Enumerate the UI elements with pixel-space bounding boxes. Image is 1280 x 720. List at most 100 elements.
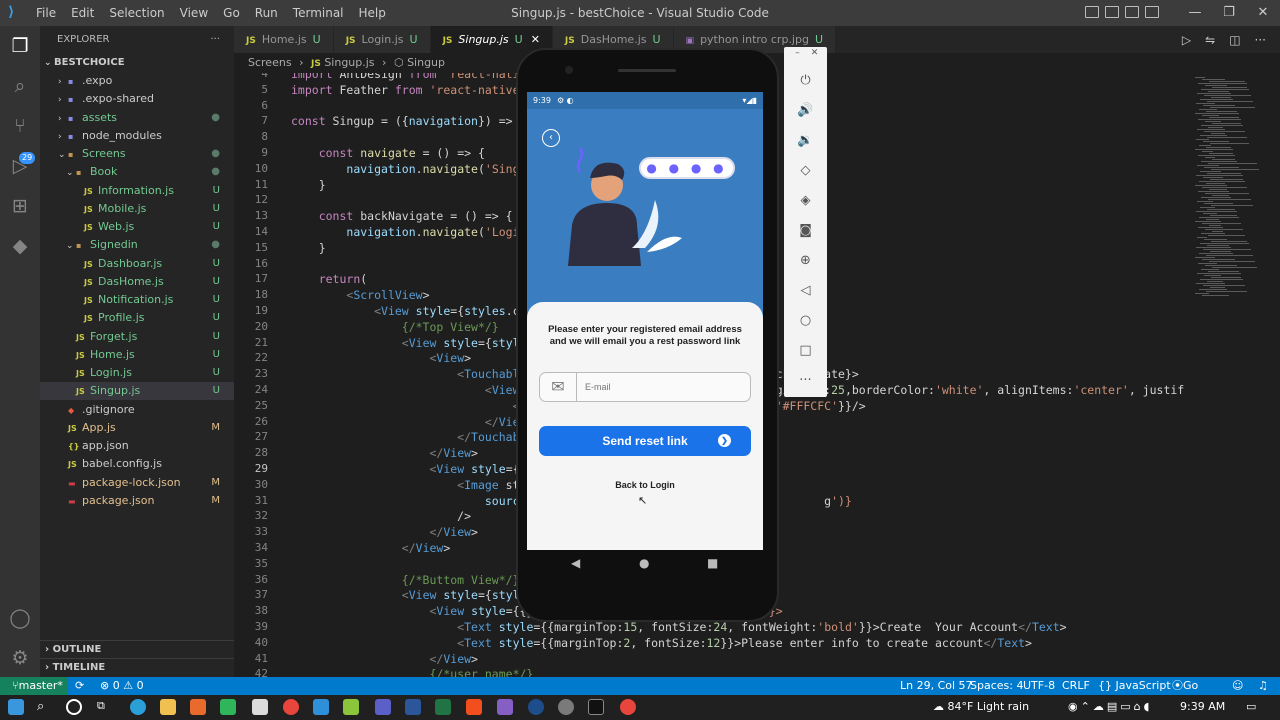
visual-studio-icon[interactable] — [497, 699, 513, 715]
code-line[interactable]: <View> — [291, 351, 471, 365]
code-line[interactable]: const navigate = () => { — [291, 146, 485, 160]
email-input[interactable] — [585, 379, 735, 395]
run-icon[interactable]: ▷ — [1182, 33, 1191, 47]
file-tree-item[interactable]: › ▪ .expo — [40, 72, 234, 90]
search-icon[interactable]: ⌕ — [8, 74, 32, 98]
code-line[interactable]: navigation.navigate('Singup — [291, 162, 533, 176]
file-tree-item[interactable]: JS babel.config.js — [40, 455, 234, 473]
tray-icons[interactable]: ◉⌃☁▤▭⌂◖ — [1068, 700, 1152, 713]
app-icon[interactable] — [343, 699, 359, 715]
toggle-secondary-sidebar-icon[interactable] — [1125, 6, 1139, 18]
home-icon[interactable]: ○ — [797, 312, 814, 329]
minimap[interactable] — [1189, 73, 1280, 677]
python-icon[interactable]: ◆ — [8, 234, 32, 258]
code-line[interactable]: <Text style={{marginTop:2, fontSize:12}}… — [291, 636, 1032, 650]
power-icon[interactable]: ⏻ — [797, 72, 814, 89]
send-reset-link-button[interactable]: Send reset link ❯ — [539, 426, 751, 456]
code-line[interactable]: <Text style={{marginTop:15, fontSize:24,… — [291, 620, 1066, 634]
code-line[interactable]: return( — [291, 272, 367, 286]
encoding-status[interactable]: UTF-8 — [1023, 677, 1055, 695]
workspace-root[interactable]: ⌄ BESTCHOICE — [40, 54, 234, 72]
volume-up-icon[interactable]: 🔊 — [797, 102, 814, 119]
mail-icon[interactable] — [252, 699, 268, 715]
file-tree-item[interactable]: › ▪ .expo-shared — [40, 90, 234, 108]
task-view-icon[interactable]: ⧉ — [97, 699, 113, 715]
file-tree-item[interactable]: JS Singup.js U — [40, 382, 234, 401]
code-line[interactable]: <Image styl — [291, 478, 533, 492]
source-control-icon[interactable]: ⑂ — [8, 114, 32, 138]
customize-layout-icon[interactable] — [1145, 6, 1159, 18]
edge-icon[interactable] — [130, 699, 146, 715]
code-line[interactable]: </View> — [291, 415, 534, 429]
feedback-icon[interactable]: ☺ — [1232, 677, 1243, 695]
file-tree-item[interactable]: JS Dashboar.js U — [40, 255, 234, 273]
windows-start-icon[interactable] — [8, 699, 24, 715]
split-editor-icon[interactable]: ◫ — [1229, 33, 1240, 47]
vscode-icon[interactable] — [313, 699, 329, 715]
nav-home-icon[interactable]: ● — [639, 556, 649, 570]
code-line[interactable]: {/*user name*/} — [291, 667, 533, 677]
app-icon[interactable] — [528, 699, 544, 715]
app-icon[interactable] — [220, 699, 236, 715]
breadcrumb-folder[interactable]: Screens — [248, 56, 292, 69]
file-tree-item[interactable]: ▬ package-lock.json M — [40, 474, 234, 492]
terminal-icon[interactable] — [588, 699, 604, 715]
notification-center-icon[interactable]: ▭ — [1246, 700, 1256, 713]
chrome-icon[interactable] — [283, 699, 299, 715]
code-line[interactable]: </Touchable — [291, 430, 533, 444]
accounts-icon[interactable]: ◯ — [8, 606, 32, 630]
code-line[interactable]: <ScrollView> — [291, 288, 429, 302]
app-icon[interactable] — [190, 699, 206, 715]
maximize-icon[interactable]: ❐ — [1212, 0, 1246, 26]
extensions-icon[interactable]: ⊞ — [8, 194, 32, 218]
breadcrumb-symbol[interactable]: Singup — [407, 56, 445, 69]
file-tree-item[interactable]: ◆ .gitignore — [40, 401, 234, 419]
branch-status[interactable]: ⑂ master* — [12, 677, 63, 695]
close-icon[interactable]: ✕ — [1246, 0, 1280, 26]
explorer-icon[interactable]: ❐ — [8, 34, 32, 58]
overview-icon[interactable]: □ — [797, 342, 814, 359]
eol-status[interactable]: CRLF — [1062, 677, 1090, 695]
settings-gear-icon[interactable]: ⚙ — [8, 646, 32, 670]
file-tree-item[interactable]: JS Web.js U — [40, 218, 234, 236]
sync-icon[interactable]: ⟳ — [75, 677, 84, 695]
search-icon[interactable]: ⌕ — [37, 699, 53, 715]
more-icon[interactable]: ··· — [797, 372, 814, 389]
file-tree-item[interactable]: JS Profile.js U — [40, 309, 234, 327]
close-icon[interactable]: ✕ — [806, 45, 823, 62]
code-line[interactable]: import Feather from 'react-native-v — [291, 83, 533, 97]
file-tree-item[interactable]: JS Notification.js U — [40, 291, 234, 309]
notifications-bell-icon[interactable]: ♫ — [1258, 677, 1268, 695]
file-tree-item[interactable]: JS DasHome.js U — [40, 273, 234, 291]
cursor-position[interactable]: Ln 29, Col 57 — [900, 677, 973, 695]
code-line[interactable]: navigation.navigate('Login' — [291, 225, 533, 239]
weather-widget[interactable]: ☁ 84°F Light rain — [933, 700, 1029, 713]
file-tree-item[interactable]: {} app.json — [40, 437, 234, 455]
nav-back-icon[interactable]: ◀ — [571, 556, 580, 570]
zoom-icon[interactable]: ⊕ — [797, 252, 814, 269]
excel-icon[interactable] — [435, 699, 451, 715]
run-debug-icon[interactable]: ▷ — [8, 154, 32, 178]
more-icon[interactable]: ··· — [1255, 33, 1266, 47]
code-line[interactable]: {/*Buttom View*/} — [291, 573, 520, 587]
figma-icon[interactable] — [466, 699, 482, 715]
chrome-icon[interactable] — [620, 699, 636, 715]
code-line[interactable]: </View> — [291, 652, 478, 666]
word-icon[interactable] — [405, 699, 421, 715]
minimize-icon[interactable]: – — [789, 45, 806, 62]
file-tree-item[interactable]: JS Mobile.js U — [40, 200, 234, 218]
code-line[interactable]: const Singup = ({navigation}) => { — [291, 114, 526, 128]
timeline-section[interactable]: › TIMELINE — [40, 658, 234, 676]
toggle-sidebar-icon[interactable] — [1085, 6, 1099, 18]
code-line[interactable]: </View> — [291, 446, 478, 460]
code-line[interactable]: <View style={{a — [291, 462, 533, 476]
code-line[interactable]: {/*Top View*/} — [291, 320, 499, 334]
code-line[interactable]: } — [291, 241, 326, 255]
camera-icon[interactable]: ◙ — [797, 222, 814, 239]
minimize-icon[interactable]: — — [1178, 0, 1212, 26]
language-mode[interactable]: {} JavaScript — [1098, 677, 1171, 695]
code-line[interactable]: const backNavigate = () => { — [291, 209, 513, 223]
file-explorer-icon[interactable] — [160, 699, 176, 715]
back-to-login-link[interactable]: Back to Login — [527, 480, 763, 490]
nav-recents-icon[interactable]: ■ — [707, 556, 718, 570]
